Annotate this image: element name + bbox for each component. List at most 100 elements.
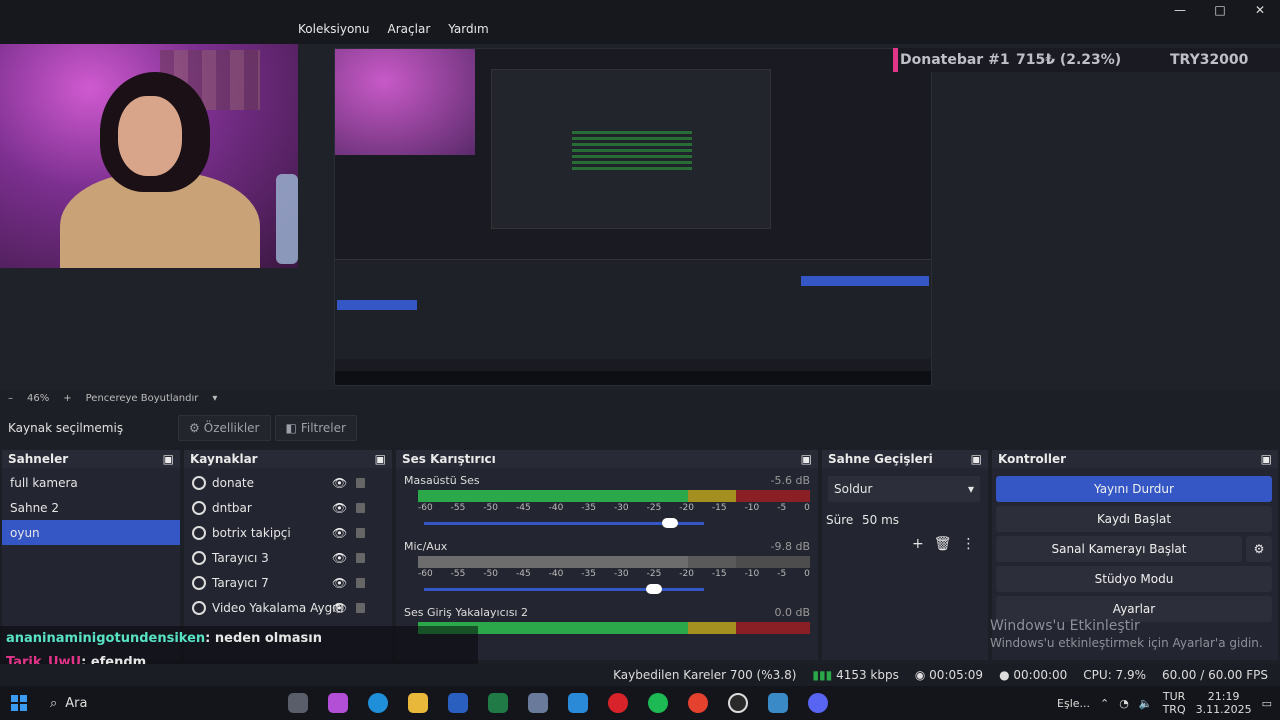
store-icon[interactable] [561,689,595,717]
zoom-out-button[interactable]: – [8,393,13,404]
stop-stream-button[interactable]: Yayını Durdur [996,476,1272,502]
chat-message: ananinaminigotundensiken: neden olmasın [0,626,478,650]
notification-icon[interactable]: ▭ [1262,697,1272,710]
excel-icon[interactable] [481,689,515,717]
eye-icon[interactable]: 👁 [332,501,347,515]
status-bar: Kaybedilen Kareler 700 (%3.8) ▮▮▮ 4153 k… [0,664,1280,686]
browser-source-icon [192,550,206,565]
file-explorer-icon[interactable] [401,689,435,717]
zoom-in-button[interactable]: + [63,393,71,404]
preview-area[interactable]: Donatebar #1 715₺ (2.23%) TRY32000 [0,44,1280,390]
mixer-channel-desktop: Masaüstü Ses -5.6 dB -60 -55 -50 -45 -40 -35-… [396,470,818,536]
obs-icon[interactable] [721,689,755,717]
volume-slider[interactable] [424,584,704,594]
nested-stop-button [801,276,929,286]
lock-icon[interactable] [356,527,365,538]
preview-toolbar: – 46% + Pencereye Boyutlandır ▾ [0,390,1280,406]
filters-button[interactable]: ◧ Filtreler [274,415,357,441]
source-item[interactable]: Tarayıcı 3 👁 [184,545,392,570]
discord-icon[interactable] [801,689,835,717]
undock-icon[interactable]: ▣ [375,452,386,466]
scene-item-full-kamera[interactable]: full kamera [2,470,180,495]
source-label: dntbar [212,500,252,515]
search-icon: ⌕ [50,695,58,711]
source-item[interactable]: Tarayıcı 7 👁 [184,570,392,595]
clock[interactable]: 21:19 3.11.2025 [1196,690,1252,716]
source-item[interactable]: Video Yakalama Aygıtı 👁 [184,595,392,620]
gear-icon[interactable]: ⚙ [1246,536,1272,562]
eye-icon[interactable]: 👁 [332,601,347,615]
add-icon[interactable]: + [912,536,924,552]
task-view-icon[interactable] [281,689,315,717]
speaker-icon[interactable]: 🔈 [1139,697,1153,710]
channel-db: -5.6 dB [770,474,811,487]
menu-tools[interactable]: Araçlar [388,22,431,36]
chat-user: ananinaminigotundensiken [6,630,206,646]
cpu-usage: CPU: 7.9% [1083,668,1147,682]
edge-icon[interactable] [361,689,395,717]
taskbar-search[interactable]: ⌕ Ara [38,686,278,720]
word-icon[interactable] [441,689,475,717]
donation-label: Donatebar #1 [900,52,1010,68]
volume-slider-handle[interactable] [662,518,679,528]
undock-icon[interactable]: ▣ [1261,452,1272,466]
duration-label: Süre [826,513,854,527]
eye-icon[interactable]: 👁 [332,576,347,590]
scene-item-sahne-2[interactable]: Sahne 2 [2,495,180,520]
start-recording-button[interactable]: Kaydı Başlat [996,506,1272,532]
spotify-icon[interactable] [641,689,675,717]
menu-collection[interactable]: Koleksiyonu [298,22,370,36]
volume-meter [418,490,810,502]
fit-to-window[interactable]: Pencereye Boyutlandır [86,393,199,404]
person-face [118,96,182,176]
source-item[interactable]: dntbar 👁 [184,495,392,520]
mixer-title: Ses Karıştırıcı [402,452,496,466]
source-item[interactable]: donate 👁 [184,470,392,495]
studio-mode-button[interactable]: Stüdyo Modu [996,566,1272,592]
stream-canvas[interactable] [334,48,932,386]
network-icon[interactable]: ◔ [1119,697,1129,710]
language-indicator[interactable]: TUR TRQ [1163,690,1186,716]
volume-slider-handle[interactable] [645,584,662,594]
lock-icon[interactable] [356,552,365,563]
chevron-up-icon[interactable]: ⌃ [1100,697,1109,710]
lock-icon[interactable] [356,477,365,488]
properties-label: Özellikler [203,421,260,435]
nested-obs-preview [491,69,771,229]
volume-slider[interactable] [424,518,704,528]
volume-meter [418,556,810,568]
close-button[interactable]: ✕ [1240,0,1280,20]
menu-help[interactable]: Yardım [448,22,488,36]
undock-icon[interactable]: ▣ [163,452,174,466]
opera-icon[interactable] [601,689,635,717]
start-button[interactable] [0,686,38,720]
lock-icon[interactable] [356,502,365,513]
minimize-button[interactable]: — [1160,0,1200,20]
lock-icon[interactable] [356,602,365,613]
camera-icon [192,600,206,615]
maximize-button[interactable]: □ [1200,0,1240,20]
chrome-icon[interactable] [681,689,715,717]
start-virtual-camera-button[interactable]: Sanal Kamerayı Başlat [996,536,1242,562]
copilot-icon[interactable] [321,689,355,717]
source-item[interactable]: botrix takipçi 👁 [184,520,392,545]
transition-select[interactable]: Soldur ▾ [828,476,980,502]
scene-item-oyun[interactable]: oyun [2,520,180,545]
webcam-overlay [0,44,298,268]
eye-icon[interactable]: 👁 [332,551,347,565]
sync-label[interactable]: Eşle... [1057,697,1090,710]
eye-icon[interactable]: 👁 [332,526,347,540]
properties-button[interactable]: ⚙ Özellikler [178,415,271,441]
duration-input[interactable]: 50 ms [860,513,899,527]
calculator-icon[interactable] [521,689,555,717]
transition-actions: + 🗑 ⋮ [912,536,976,552]
source-label: Tarayıcı 7 [212,575,269,590]
more-icon[interactable]: ⋮ [962,536,976,552]
chevron-down-icon[interactable]: ▾ [212,393,217,404]
undock-icon[interactable]: ▣ [801,452,812,466]
eye-icon[interactable]: 👁 [332,476,347,490]
lock-icon[interactable] [356,577,365,588]
trash-icon[interactable]: 🗑 [934,536,952,552]
undock-icon[interactable]: ▣ [971,452,982,466]
app-icon[interactable] [761,689,795,717]
